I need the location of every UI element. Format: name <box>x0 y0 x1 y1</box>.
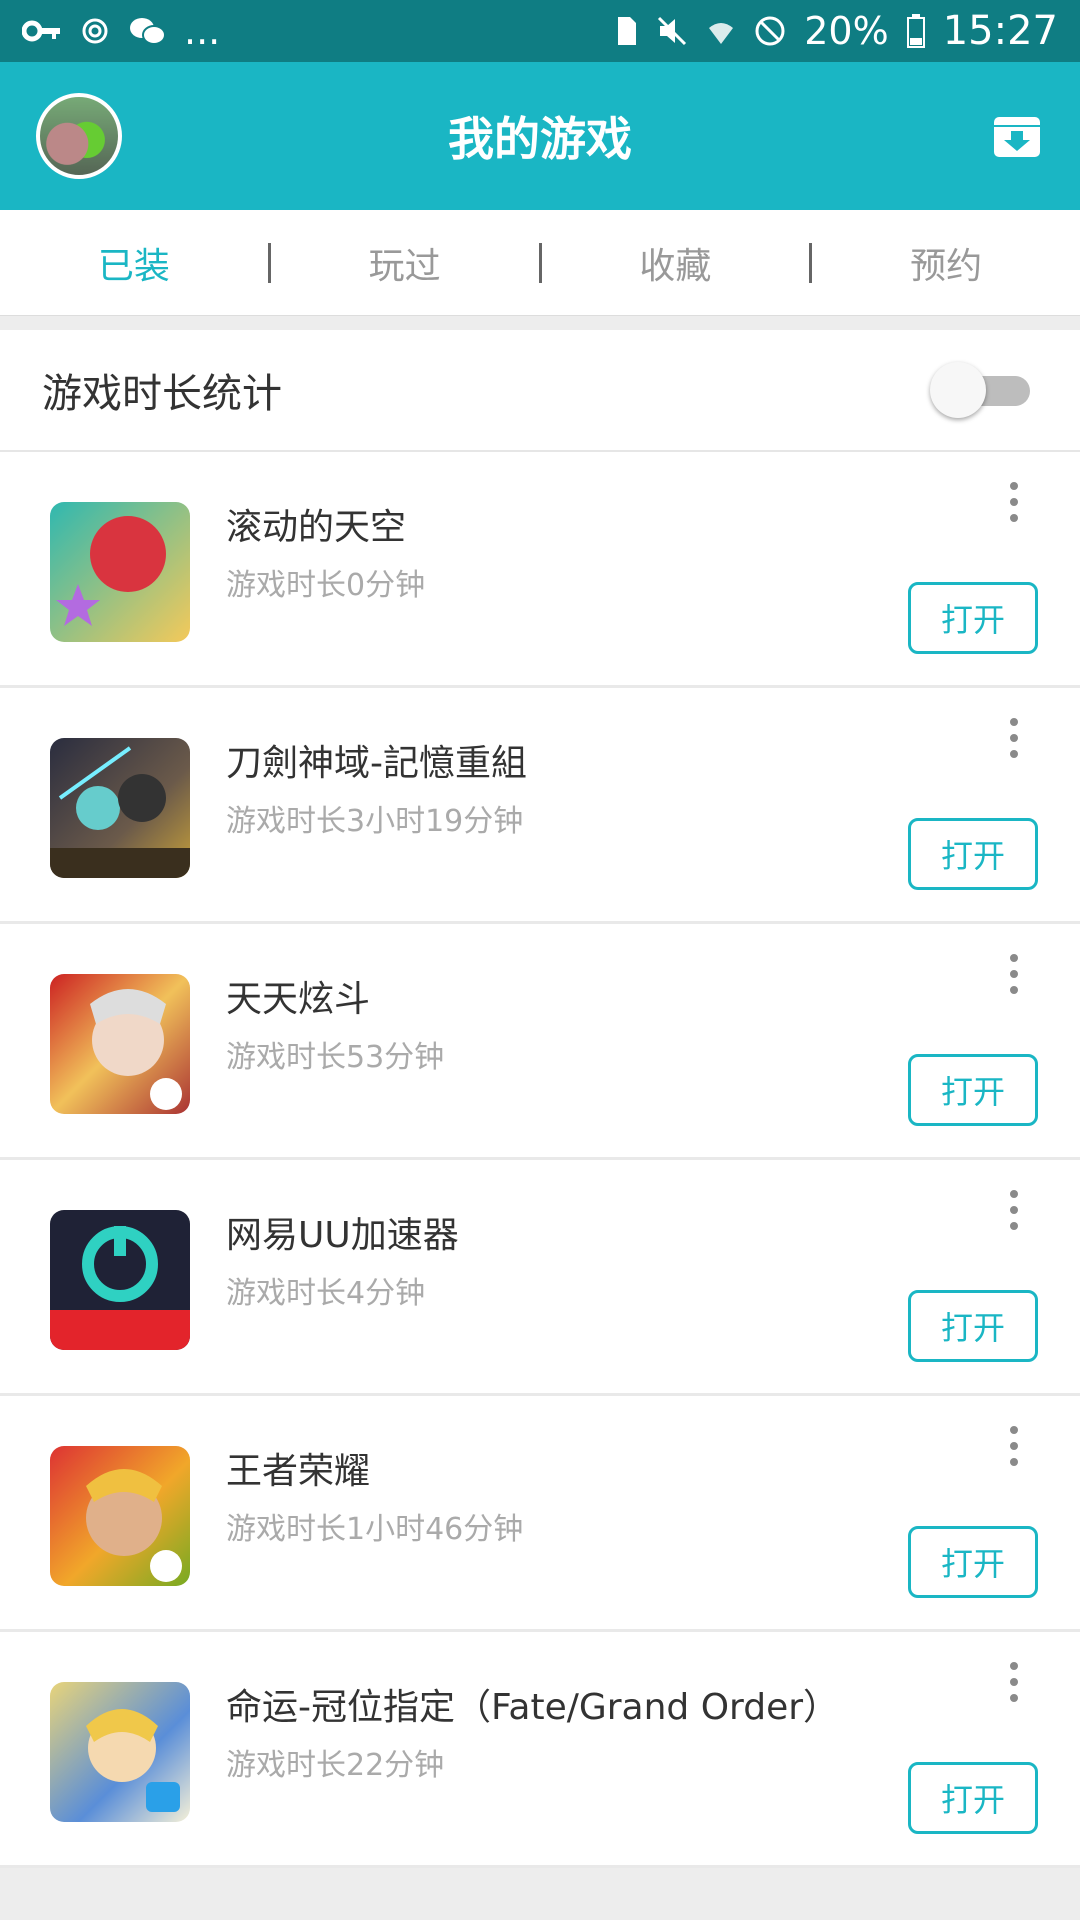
game-item[interactable]: 天天炫斗 游戏时长53分钟 打开 <box>0 924 1080 1160</box>
page-title: 我的游戏 <box>448 112 632 166</box>
avatar[interactable] <box>36 93 122 179</box>
more-options-button[interactable] <box>1004 482 1024 522</box>
game-item[interactable]: 王者荣耀 游戏时长1小时46分钟 打开 <box>0 1396 1080 1632</box>
status-bar: ... 20% 15:27 <box>0 0 1080 62</box>
battery-percent: 20% <box>804 9 889 53</box>
open-button[interactable]: 打开 <box>908 1054 1038 1126</box>
honor-of-kings-icon <box>50 1446 190 1586</box>
game-name: 王者荣耀 <box>226 1451 371 1492</box>
wifi-icon <box>706 16 736 46</box>
tab-favorites[interactable]: 收藏 <box>542 237 810 289</box>
game-item[interactable]: 命运-冠位指定（Fate/Grand Order） 游戏时长22分钟 打开 <box>0 1632 1080 1868</box>
open-button[interactable]: 打开 <box>908 1526 1038 1598</box>
tab-played[interactable]: 玩过 <box>271 237 539 289</box>
more-options-button[interactable] <box>1004 1190 1024 1230</box>
play-time-stats-label: 游戏时长统计 <box>42 371 282 417</box>
game-play-time: 游戏时长3小时19分钟 <box>226 804 524 839</box>
download-box-icon <box>994 117 1040 157</box>
wechat-icon <box>128 16 166 46</box>
game-play-time: 游戏时长22分钟 <box>226 1748 445 1783</box>
mute-icon <box>656 15 688 47</box>
section-gap <box>0 316 1080 330</box>
play-time-stats-toggle[interactable] <box>930 362 1036 418</box>
more-options-button[interactable] <box>1004 954 1024 994</box>
more-options-button[interactable] <box>1004 1426 1024 1466</box>
status-bar-right: 20% 15:27 <box>616 8 1058 54</box>
key-icon <box>22 19 62 43</box>
game-play-time: 游戏时长4分钟 <box>226 1276 426 1311</box>
more-options-button[interactable] <box>1004 1662 1024 1702</box>
app-bar: 我的游戏 <box>0 62 1080 210</box>
battery-icon <box>906 14 925 48</box>
game-name: 刀劍神域-記憶重組 <box>226 743 527 784</box>
game-list: 滚动的天空 游戏时长0分钟 打开 刀劍神域-記憶重組 游戏时长3小时19分钟 打… <box>0 452 1080 1868</box>
game-name: 网易UU加速器 <box>226 1215 459 1256</box>
rolling-sky-icon <box>50 502 190 642</box>
sim-icon <box>616 15 638 47</box>
do-not-disturb-icon <box>754 15 786 47</box>
open-button[interactable]: 打开 <box>908 818 1038 890</box>
tab-bar: 已装 玩过 收藏 预约 <box>0 210 1080 316</box>
more-notifications-text: ... <box>184 9 221 53</box>
open-button[interactable]: 打开 <box>908 582 1038 654</box>
game-item[interactable]: 滚动的天空 游戏时长0分钟 打开 <box>0 452 1080 688</box>
status-bar-left: ... <box>22 9 220 53</box>
download-box-button[interactable] <box>990 109 1044 163</box>
sword-art-online-icon <box>50 738 190 878</box>
game-play-time: 游戏时长0分钟 <box>226 568 426 603</box>
more-options-button[interactable] <box>1004 718 1024 758</box>
play-time-stats-row: 游戏时长统计 <box>0 330 1080 452</box>
toggle-knob <box>930 362 986 418</box>
tiantian-xuandou-icon <box>50 974 190 1114</box>
game-name: 天天炫斗 <box>226 979 371 1020</box>
open-button[interactable]: 打开 <box>908 1762 1038 1834</box>
game-name: 命运-冠位指定（Fate/Grand Order） <box>226 1687 840 1728</box>
uu-accelerator-icon <box>50 1210 190 1350</box>
clock: 15:27 <box>942 8 1058 54</box>
game-item[interactable]: 刀劍神域-記憶重組 游戏时长3小时19分钟 打开 <box>0 688 1080 924</box>
tab-reserved[interactable]: 预约 <box>812 237 1080 289</box>
game-play-time: 游戏时长53分钟 <box>226 1040 445 1075</box>
sync-icon <box>80 16 110 46</box>
game-item[interactable]: 网易UU加速器 游戏时长4分钟 打开 <box>0 1160 1080 1396</box>
game-name: 滚动的天空 <box>226 507 407 548</box>
open-button[interactable]: 打开 <box>908 1290 1038 1362</box>
tab-installed[interactable]: 已装 <box>0 237 268 289</box>
fate-grand-order-icon <box>50 1682 190 1822</box>
game-play-time: 游戏时长1小时46分钟 <box>226 1512 524 1547</box>
